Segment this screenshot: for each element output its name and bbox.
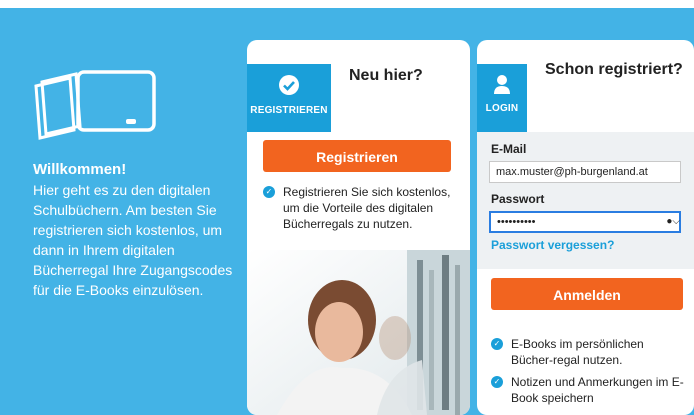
book-tablet-icon xyxy=(34,70,156,140)
login-title: Schon registriert? xyxy=(545,61,683,78)
student-photo xyxy=(247,250,470,415)
login-form: E-Mail Passwort ●⌵ Passwort vergessen? xyxy=(477,132,694,269)
register-button[interactable]: Registrieren xyxy=(263,140,451,172)
login-benefit-text: E-Books im persönlichen Bücher-regal nut… xyxy=(511,337,644,367)
login-benefit-text: Notizen und Anmerkungen im E-Book speich… xyxy=(511,375,684,405)
email-label: E-Mail xyxy=(491,142,527,156)
register-badge-label: REGISTRIEREN xyxy=(250,105,328,116)
welcome-text-block: Willkommen! Hier geht es zu den digitale… xyxy=(33,160,238,300)
forgot-password-link[interactable]: Passwort vergessen? xyxy=(491,238,614,252)
password-field[interactable] xyxy=(489,211,681,233)
register-card: REGISTRIEREN Neu hier? Registrieren ✓ Re… xyxy=(247,40,470,415)
checkmark-icon xyxy=(279,75,299,95)
top-strip xyxy=(0,0,694,8)
login-button[interactable]: Anmelden xyxy=(491,278,683,310)
key-icon[interactable]: ●⌵ xyxy=(666,216,680,227)
user-icon xyxy=(494,75,510,94)
login-benefit-item: ✓ Notizen und Anmerkungen im E-Book spei… xyxy=(491,374,687,406)
login-card: LOGIN Schon registriert? E-Mail Passwort… xyxy=(477,40,694,415)
register-benefit-text: Registrieren Sie sich kostenlos, um die … xyxy=(283,185,451,231)
check-bullet-icon: ✓ xyxy=(491,376,503,388)
email-field[interactable] xyxy=(489,161,681,183)
login-badge: LOGIN xyxy=(477,64,527,132)
login-benefit-item: ✓ E-Books im persönlichen Bücher-regal n… xyxy=(491,336,687,368)
welcome-title: Willkommen! xyxy=(33,161,127,178)
register-benefit: ✓ Registrieren Sie sich kostenlos, um di… xyxy=(263,184,463,232)
welcome-panel: Willkommen! Hier geht es zu den digitale… xyxy=(0,8,245,415)
login-badge-label: LOGIN xyxy=(485,103,519,114)
register-title: Neu hier? xyxy=(349,67,423,84)
check-bullet-icon: ✓ xyxy=(491,338,503,350)
password-field-wrap: ●⌵ xyxy=(477,211,694,235)
password-label: Passwort xyxy=(491,192,545,206)
register-badge: REGISTRIEREN xyxy=(247,64,331,132)
check-bullet-icon: ✓ xyxy=(263,186,275,198)
welcome-description: Hier geht es zu den digitalen Schulbüche… xyxy=(33,182,233,298)
